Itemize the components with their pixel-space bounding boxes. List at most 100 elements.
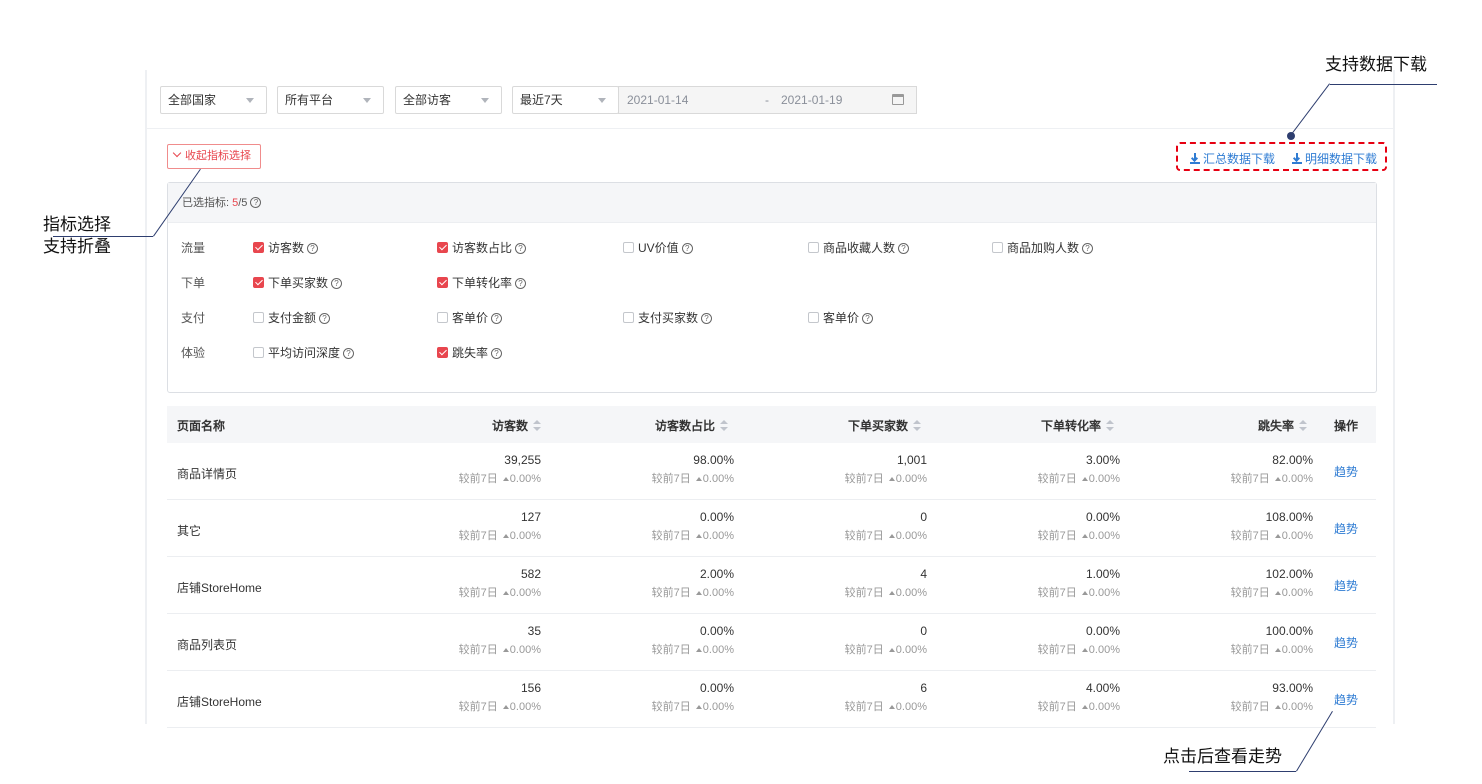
period-select[interactable]: 最近7天 xyxy=(512,86,619,114)
compare-delta: 0.00% xyxy=(1281,530,1313,542)
compare-delta: 0.00% xyxy=(1088,530,1120,542)
conversion-value: 4.00% xyxy=(1085,681,1120,695)
metric-checkbox[interactable]: UV价值? xyxy=(623,239,693,256)
share-value: 2.00% xyxy=(699,567,734,581)
compare-label: 较前7日 xyxy=(651,473,691,485)
bounce-value: 82.00% xyxy=(1272,453,1313,467)
visitor-select-value: 全部访客 xyxy=(403,93,452,107)
compare-label: 较前7日 xyxy=(844,530,884,542)
help-icon: ? xyxy=(491,313,503,324)
collapse-metrics-label: 收起指标选择 xyxy=(185,150,251,162)
trend-link[interactable]: 趋势 xyxy=(1334,463,1358,480)
caret-up-icon xyxy=(888,591,895,595)
compare-label: 较前7日 xyxy=(1230,701,1270,713)
column-header-label: 跳失率 xyxy=(1257,419,1294,433)
compare-cell: 较前7日 0.00% xyxy=(459,641,541,657)
platform-select[interactable]: 所有平台 xyxy=(277,86,384,114)
summary-download-label: 汇总数据下载 xyxy=(1203,152,1276,166)
trend-link[interactable]: 趋势 xyxy=(1334,520,1358,537)
help-icon: ? xyxy=(1082,243,1094,254)
metric-checkbox[interactable]: 下单买家数? xyxy=(253,274,343,291)
help-icon: ? xyxy=(307,243,319,254)
chevron-down-icon xyxy=(246,98,254,103)
caret-up-icon xyxy=(1081,591,1088,595)
metric-checkbox-label: 下单买家数 xyxy=(268,276,329,290)
metric-checkbox[interactable]: 客单价? xyxy=(808,309,874,326)
period-select-value: 最近7天 xyxy=(520,93,563,107)
collapse-metrics-button[interactable]: 收起指标选择 xyxy=(167,144,261,169)
column-header-visitor-share[interactable]: 访客数占比 xyxy=(655,417,728,434)
checkbox-unchecked-icon xyxy=(623,242,634,253)
caret-up-icon xyxy=(502,477,509,481)
metric-group-label: 体验 xyxy=(181,346,206,360)
metric-group-label: 支付 xyxy=(181,311,206,325)
selected-metrics-label: 已选指标: xyxy=(182,197,230,209)
compare-delta: 0.00% xyxy=(1088,473,1120,485)
metric-checkbox[interactable]: 客单价? xyxy=(437,309,503,326)
column-header-page-name: 页面名称 xyxy=(177,419,226,433)
compare-label: 较前7日 xyxy=(844,701,884,713)
compare-cell: 较前7日 0.00% xyxy=(1038,698,1120,714)
trend-link[interactable]: 趋势 xyxy=(1334,634,1358,651)
compare-cell: 较前7日 0.00% xyxy=(652,470,734,486)
caret-up-icon xyxy=(502,648,509,652)
compare-delta: 0.00% xyxy=(895,587,927,599)
metric-group-label: 流量 xyxy=(181,241,206,255)
column-header-bounce[interactable]: 跳失率 xyxy=(1258,417,1307,434)
sort-icon xyxy=(720,420,728,431)
caret-up-icon xyxy=(1274,591,1281,595)
share-value: 98.00% xyxy=(693,453,734,467)
compare-label: 较前7日 xyxy=(458,587,498,599)
metric-checkbox[interactable]: 商品收藏人数? xyxy=(808,239,910,256)
compare-cell: 较前7日 0.00% xyxy=(1231,527,1313,543)
annotation-metric-line1: 指标选择 xyxy=(43,215,111,234)
checkbox-unchecked-icon xyxy=(808,242,819,253)
metric-checkbox[interactable]: 商品加购人数? xyxy=(992,239,1094,256)
metric-checkbox[interactable]: 支付金额? xyxy=(253,309,331,326)
compare-label: 较前7日 xyxy=(458,644,498,656)
column-header-conversion[interactable]: 下单转化率 xyxy=(1041,417,1114,434)
page-name-cell: 店铺StoreHome xyxy=(177,581,262,595)
column-header-action: 操作 xyxy=(1334,419,1359,433)
column-header-buyers[interactable]: 下单买家数 xyxy=(848,417,921,434)
trend-link[interactable]: 趋势 xyxy=(1334,691,1358,708)
sort-icon xyxy=(533,420,541,431)
summary-download-link[interactable]: 汇总数据下载 xyxy=(1190,150,1275,167)
caret-up-icon xyxy=(502,591,509,595)
trend-link[interactable]: 趋势 xyxy=(1334,577,1358,594)
metric-checkbox[interactable]: 平均访问深度? xyxy=(253,344,355,361)
compare-delta: 0.00% xyxy=(702,587,734,599)
compare-label: 较前7日 xyxy=(651,644,691,656)
checkbox-unchecked-icon xyxy=(253,347,264,358)
compare-cell: 较前7日 0.00% xyxy=(652,698,734,714)
country-select[interactable]: 全部国家 xyxy=(160,86,267,114)
date-range-picker[interactable]: 2021-01-14 - 2021-01-19 xyxy=(618,86,917,114)
compare-label: 较前7日 xyxy=(458,701,498,713)
column-header-label: 访客数占比 xyxy=(654,419,715,433)
metric-checkbox[interactable]: 访客数占比? xyxy=(437,239,527,256)
compare-cell: 较前7日 0.00% xyxy=(459,527,541,543)
metric-checkbox[interactable]: 下单转化率? xyxy=(437,274,527,291)
metric-checkbox[interactable]: 跳失率? xyxy=(437,344,503,361)
metric-checkbox-label: 商品加购人数 xyxy=(1007,241,1080,255)
compare-cell: 较前7日 0.00% xyxy=(845,584,927,600)
column-header-visitors[interactable]: 访客数 xyxy=(492,417,541,434)
compare-cell: 较前7日 0.00% xyxy=(1038,527,1120,543)
caret-up-icon xyxy=(695,534,702,538)
table-row xyxy=(167,500,1376,557)
page-name-cell: 商品列表页 xyxy=(177,638,238,652)
metric-checkbox[interactable]: 支付买家数? xyxy=(623,309,713,326)
compare-cell: 较前7日 0.00% xyxy=(1038,641,1120,657)
compare-delta: 0.00% xyxy=(895,530,927,542)
caret-up-icon xyxy=(888,477,895,481)
page-name-cell: 店铺StoreHome xyxy=(177,695,262,709)
compare-cell: 较前7日 0.00% xyxy=(845,527,927,543)
help-icon: ? xyxy=(331,278,343,289)
metric-checkbox[interactable]: 访客数? xyxy=(253,239,319,256)
visitor-select[interactable]: 全部访客 xyxy=(395,86,502,114)
table-row xyxy=(167,557,1376,614)
detail-download-link[interactable]: 明细数据下载 xyxy=(1292,150,1377,167)
help-icon: ? xyxy=(343,348,355,359)
column-header-label: 下单买家数 xyxy=(847,419,908,433)
checkbox-unchecked-icon xyxy=(808,312,819,323)
